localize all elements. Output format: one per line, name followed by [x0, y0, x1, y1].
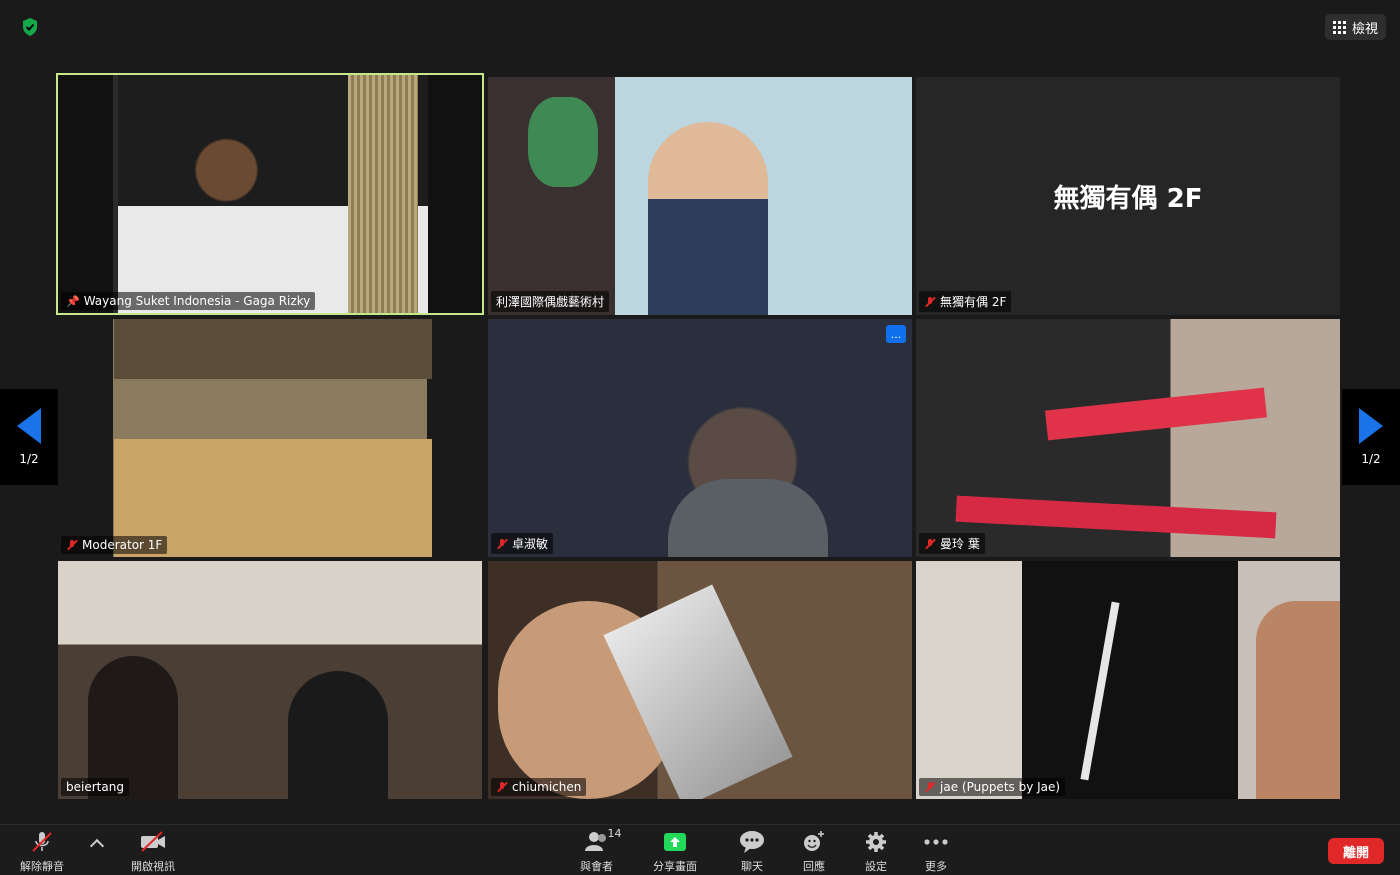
- participant-video: [488, 561, 912, 799]
- participant-name-tag: 無獨有偶 2F: [919, 291, 1012, 312]
- chat-button[interactable]: 聊天: [738, 829, 766, 874]
- audio-options-caret-icon[interactable]: [89, 838, 105, 854]
- page-indicator-left: 1/2: [19, 452, 39, 466]
- participant-name-tag: jae (Puppets by Jae): [919, 778, 1066, 796]
- next-page-button[interactable]: 1/2: [1342, 389, 1400, 485]
- grid-icon: [1332, 20, 1346, 34]
- participant-video: [58, 561, 482, 799]
- mic-muted-icon: [496, 781, 508, 793]
- participant-video: [488, 77, 912, 315]
- tile-menu-button[interactable]: ...: [886, 325, 906, 343]
- participant-video: [58, 319, 482, 557]
- participant-name: 利澤國際偶戲藝術村: [496, 295, 605, 309]
- share-screen-icon: [664, 833, 686, 851]
- view-button[interactable]: 檢視: [1324, 14, 1386, 40]
- mic-muted-icon: [496, 538, 508, 550]
- more-label: 更多: [925, 860, 947, 873]
- more-dots-icon: [924, 839, 948, 845]
- participant-video: [916, 561, 1340, 799]
- video-tile-lize[interactable]: 利澤國際偶戲藝術村: [488, 77, 912, 315]
- mic-muted-icon: [32, 832, 52, 852]
- chat-label: 聊天: [741, 860, 763, 873]
- participant-name-tag: 利澤國際偶戲藝術村: [491, 291, 610, 312]
- video-tile-chiumichen[interactable]: chiumichen: [488, 561, 912, 799]
- participant-name: 卓淑敏: [512, 537, 549, 551]
- unmute-label: 解除靜音: [20, 860, 64, 873]
- mic-muted-icon: [924, 781, 936, 793]
- participant-name-tag: 曼玲 葉: [919, 533, 985, 554]
- more-button[interactable]: 更多: [922, 829, 950, 874]
- participant-name-tag: 卓淑敏: [491, 533, 554, 554]
- video-off-icon: [141, 831, 165, 852]
- chat-icon: [740, 831, 764, 853]
- start-video-button[interactable]: 開啟視訊: [131, 829, 175, 874]
- mic-muted-icon: [66, 539, 78, 551]
- reactions-label: 回應: [803, 860, 825, 873]
- participants-count: 14: [607, 827, 622, 840]
- pin-icon: 📌: [66, 294, 80, 308]
- participant-name: Moderator 1F: [82, 538, 163, 552]
- chevron-right-icon: [1359, 408, 1383, 444]
- settings-button[interactable]: 設定: [863, 829, 889, 874]
- participant-name: chiumichen: [512, 780, 582, 794]
- start-video-label: 開啟視訊: [131, 860, 175, 873]
- video-tile-beiertang[interactable]: beiertang: [58, 561, 482, 799]
- video-tile-moderator[interactable]: Moderator 1F: [58, 319, 482, 557]
- participant-video: [58, 75, 482, 313]
- prev-page-button[interactable]: 1/2: [0, 389, 58, 485]
- settings-label: 設定: [865, 860, 887, 873]
- unmute-button[interactable]: 解除靜音: [20, 829, 64, 874]
- view-label: 檢視: [1351, 21, 1378, 37]
- mic-muted-icon: [924, 538, 936, 550]
- page-indicator-right: 1/2: [1361, 452, 1381, 466]
- participants-label: 與會者: [580, 860, 613, 873]
- participant-name: jae (Puppets by Jae): [940, 780, 1061, 794]
- share-screen-button[interactable]: 分享畫面: [653, 829, 697, 874]
- reactions-button[interactable]: 回應: [801, 829, 827, 874]
- participant-name: 無獨有偶 2F: [940, 295, 1007, 309]
- meeting-toolbar: 解除靜音 開啟視訊 14 與會者 分享畫面 聊天 回應 設定 更多 離開: [0, 824, 1400, 875]
- share-screen-label: 分享畫面: [653, 860, 697, 873]
- participant-name-tag: chiumichen: [491, 778, 587, 796]
- participants-button[interactable]: 14 與會者: [580, 827, 622, 874]
- mic-muted-icon: [924, 296, 936, 308]
- leave-meeting-button[interactable]: 離開: [1328, 838, 1384, 864]
- reaction-emoji-icon: [804, 831, 824, 851]
- video-tile-manling[interactable]: 曼玲 葉: [916, 319, 1340, 557]
- participant-video: [916, 319, 1340, 557]
- video-tile-jae[interactable]: jae (Puppets by Jae): [916, 561, 1340, 799]
- video-tile-zhuo[interactable]: ... 卓淑敏: [488, 319, 912, 557]
- gear-icon: [866, 832, 886, 852]
- participant-name-tag: Moderator 1F: [61, 536, 168, 554]
- participant-name: beiertang: [66, 780, 124, 794]
- security-shield-icon[interactable]: [20, 17, 40, 37]
- video-tile-gaga[interactable]: 📌 Wayang Suket Indonesia - Gaga Rizky: [56, 73, 484, 315]
- participant-name-tag: beiertang: [61, 778, 129, 796]
- participant-display-name: 無獨有偶 2F: [1053, 183, 1203, 214]
- participant-name: Wayang Suket Indonesia - Gaga Rizky: [83, 294, 311, 308]
- video-tile-wuduyouou-2f[interactable]: 無獨有偶 2F 無獨有偶 2F: [916, 77, 1340, 315]
- participant-name-tag: 📌 Wayang Suket Indonesia - Gaga Rizky: [61, 292, 316, 310]
- participant-video: [488, 319, 912, 557]
- participant-name: 曼玲 葉: [940, 537, 980, 551]
- chevron-left-icon: [17, 408, 41, 444]
